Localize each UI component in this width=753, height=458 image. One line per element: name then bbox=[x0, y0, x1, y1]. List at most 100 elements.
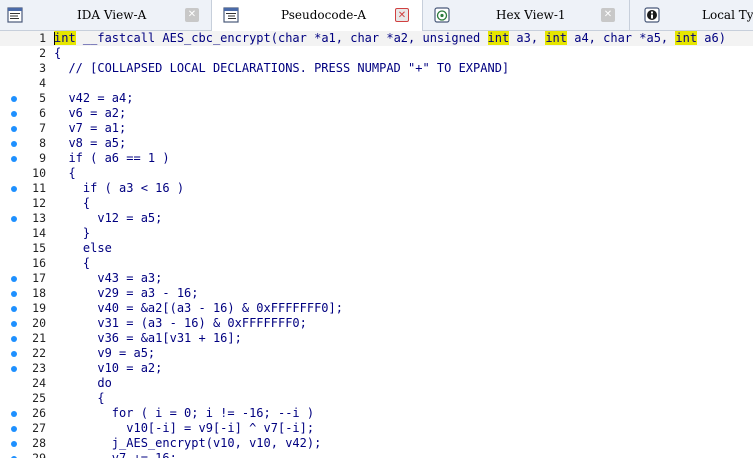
code-line[interactable]: 10 { bbox=[0, 166, 753, 181]
breakpoint-marker-icon[interactable] bbox=[11, 306, 17, 312]
code-segment: a3, bbox=[509, 31, 546, 45]
code-text[interactable]: else bbox=[54, 241, 112, 256]
code-line[interactable]: 7 v7 = a1; bbox=[0, 121, 753, 136]
code-text[interactable]: if ( a6 == 1 ) bbox=[54, 151, 169, 166]
code-text[interactable]: v10 = a2; bbox=[54, 361, 162, 376]
code-line[interactable]: 6 v6 = a2; bbox=[0, 106, 753, 121]
code-segment: j_AES_encrypt(v10, v10, v42); bbox=[54, 436, 322, 450]
code-line[interactable]: 27 v10[-i] = v9[-i] ^ v7[-i]; bbox=[0, 421, 753, 436]
breakpoint-marker-icon[interactable] bbox=[11, 141, 17, 147]
line-number: 23 bbox=[32, 361, 46, 375]
code-text[interactable]: } bbox=[54, 226, 90, 241]
code-text[interactable]: do bbox=[54, 376, 111, 391]
breakpoint-marker-icon[interactable] bbox=[11, 111, 17, 117]
code-line[interactable]: 17 v43 = a3; bbox=[0, 271, 753, 286]
code-text[interactable]: v10[-i] = v9[-i] ^ v7[-i]; bbox=[54, 421, 314, 436]
code-text[interactable]: v12 = a5; bbox=[54, 211, 162, 226]
breakpoint-marker-icon[interactable] bbox=[11, 96, 17, 102]
line-number: 7 bbox=[39, 121, 46, 135]
code-line[interactable]: 25 { bbox=[0, 391, 753, 406]
breakpoint-marker-icon[interactable] bbox=[11, 216, 17, 222]
pseudocode-editor[interactable]: 1 int __fastcall AES_cbc_encrypt(char *a1… bbox=[0, 31, 753, 458]
code-text[interactable]: { bbox=[54, 256, 90, 271]
code-line[interactable]: 24 do bbox=[0, 376, 753, 391]
code-text[interactable]: { bbox=[54, 391, 104, 406]
code-text[interactable]: v9 = a5; bbox=[54, 346, 155, 361]
tab-local-types[interactable]: Local Typ bbox=[630, 0, 753, 30]
code-line[interactable]: 12 { bbox=[0, 196, 753, 211]
breakpoint-marker-icon[interactable] bbox=[11, 411, 17, 417]
code-line[interactable]: 9 if ( a6 == 1 ) bbox=[0, 151, 753, 166]
code-line[interactable]: 29 v7 += 16; bbox=[0, 451, 753, 458]
tab-hex-view-1[interactable]: Hex View-1 ✕ bbox=[423, 0, 630, 30]
code-line[interactable]: 3 // [COLLAPSED LOCAL DECLARATIONS. PRES… bbox=[0, 61, 753, 76]
code-line[interactable]: 11 if ( a3 < 16 ) bbox=[0, 181, 753, 196]
code-line[interactable]: 16 { bbox=[0, 256, 753, 271]
code-line[interactable]: 4 bbox=[0, 76, 753, 91]
line-number: 2 bbox=[39, 46, 46, 60]
tab-pseudocode-a[interactable]: Pseudocode-A ✕ bbox=[212, 0, 423, 31]
close-icon[interactable]: ✕ bbox=[395, 8, 409, 22]
code-text[interactable]: for ( i = 0; i != -16; --i ) bbox=[54, 406, 314, 421]
local-types-icon bbox=[644, 7, 660, 23]
code-text[interactable]: v29 = a3 - 16; bbox=[54, 286, 198, 301]
code-segment: // [COLLAPSED LOCAL DECLARATIONS. PRESS … bbox=[54, 61, 510, 75]
line-number: 17 bbox=[32, 271, 46, 285]
breakpoint-marker-icon[interactable] bbox=[11, 186, 17, 192]
code-line[interactable]: 1 int __fastcall AES_cbc_encrypt(char *a1… bbox=[0, 31, 753, 46]
code-text[interactable]: v7 += 16; bbox=[54, 451, 177, 458]
code-text[interactable]: int __fastcall AES_cbc_encrypt(char *a1,… bbox=[54, 31, 726, 46]
code-text[interactable]: v7 = a1; bbox=[54, 121, 126, 136]
code-line[interactable]: 5 v42 = a4; bbox=[0, 91, 753, 106]
breakpoint-marker-icon[interactable] bbox=[11, 366, 17, 372]
tab-ida-view-a[interactable]: IDA View-A ✕ bbox=[0, 0, 212, 30]
breakpoint-marker-icon[interactable] bbox=[11, 156, 17, 162]
line-number: 6 bbox=[39, 106, 46, 120]
code-line[interactable]: 20 v31 = (a3 - 16) & 0xFFFFFFF0; bbox=[0, 316, 753, 331]
code-line[interactable]: 23 v10 = a2; bbox=[0, 361, 753, 376]
hex-view-icon bbox=[434, 7, 450, 23]
code-line[interactable]: 18 v29 = a3 - 16; bbox=[0, 286, 753, 301]
code-line[interactable]: 22 v9 = a5; bbox=[0, 346, 753, 361]
breakpoint-marker-icon[interactable] bbox=[11, 291, 17, 297]
code-line[interactable]: 26 for ( i = 0; i != -16; --i ) bbox=[0, 406, 753, 421]
code-line[interactable]: 21 v36 = &a1[v31 + 16]; bbox=[0, 331, 753, 346]
code-segment: { bbox=[54, 196, 91, 210]
code-text[interactable]: v36 = &a1[v31 + 16]; bbox=[54, 331, 242, 346]
code-segment: { bbox=[54, 46, 62, 60]
breakpoint-marker-icon[interactable] bbox=[11, 426, 17, 432]
code-line[interactable]: 14 } bbox=[0, 226, 753, 241]
code-line[interactable]: 15 else bbox=[0, 241, 753, 256]
code-text[interactable]: { bbox=[54, 166, 75, 181]
breakpoint-marker-icon[interactable] bbox=[11, 126, 17, 132]
code-text[interactable]: { bbox=[54, 46, 61, 61]
breakpoint-marker-icon[interactable] bbox=[11, 321, 17, 327]
breakpoint-marker-icon[interactable] bbox=[11, 351, 17, 357]
code-line[interactable]: 13 v12 = a5; bbox=[0, 211, 753, 226]
code-text[interactable]: v31 = (a3 - 16) & 0xFFFFFFF0; bbox=[54, 316, 307, 331]
code-text[interactable]: v40 = &a2[(a3 - 16) & 0xFFFFFFF0]; bbox=[54, 301, 343, 316]
tab-label: IDA View-A bbox=[77, 8, 147, 22]
line-number: 28 bbox=[32, 436, 46, 450]
code-text[interactable]: v6 = a2; bbox=[54, 106, 126, 121]
code-segment: } bbox=[54, 226, 91, 240]
code-line[interactable]: 28 j_AES_encrypt(v10, v10, v42); bbox=[0, 436, 753, 451]
breakpoint-marker-icon[interactable] bbox=[11, 276, 17, 282]
close-icon[interactable]: ✕ bbox=[185, 8, 199, 22]
breakpoint-marker-icon[interactable] bbox=[11, 441, 17, 447]
code-line[interactable]: 8 v8 = a5; bbox=[0, 136, 753, 151]
code-text[interactable]: v42 = a4; bbox=[54, 91, 133, 106]
code-text[interactable]: j_AES_encrypt(v10, v10, v42); bbox=[54, 436, 322, 451]
code-line[interactable]: 2{ bbox=[0, 46, 753, 61]
tab-label: Pseudocode-A bbox=[281, 8, 367, 22]
breakpoint-marker-icon[interactable] bbox=[11, 336, 17, 342]
code-text[interactable]: v43 = a3; bbox=[54, 271, 162, 286]
code-text[interactable]: v8 = a5; bbox=[54, 136, 126, 151]
line-number: 13 bbox=[32, 211, 46, 225]
line-number: 3 bbox=[39, 61, 46, 75]
close-icon[interactable]: ✕ bbox=[601, 8, 615, 22]
code-text[interactable]: // [COLLAPSED LOCAL DECLARATIONS. PRESS … bbox=[54, 61, 509, 76]
code-line[interactable]: 19 v40 = &a2[(a3 - 16) & 0xFFFFFFF0]; bbox=[0, 301, 753, 316]
code-text[interactable]: if ( a3 < 16 ) bbox=[54, 181, 184, 196]
code-text[interactable]: { bbox=[54, 196, 90, 211]
